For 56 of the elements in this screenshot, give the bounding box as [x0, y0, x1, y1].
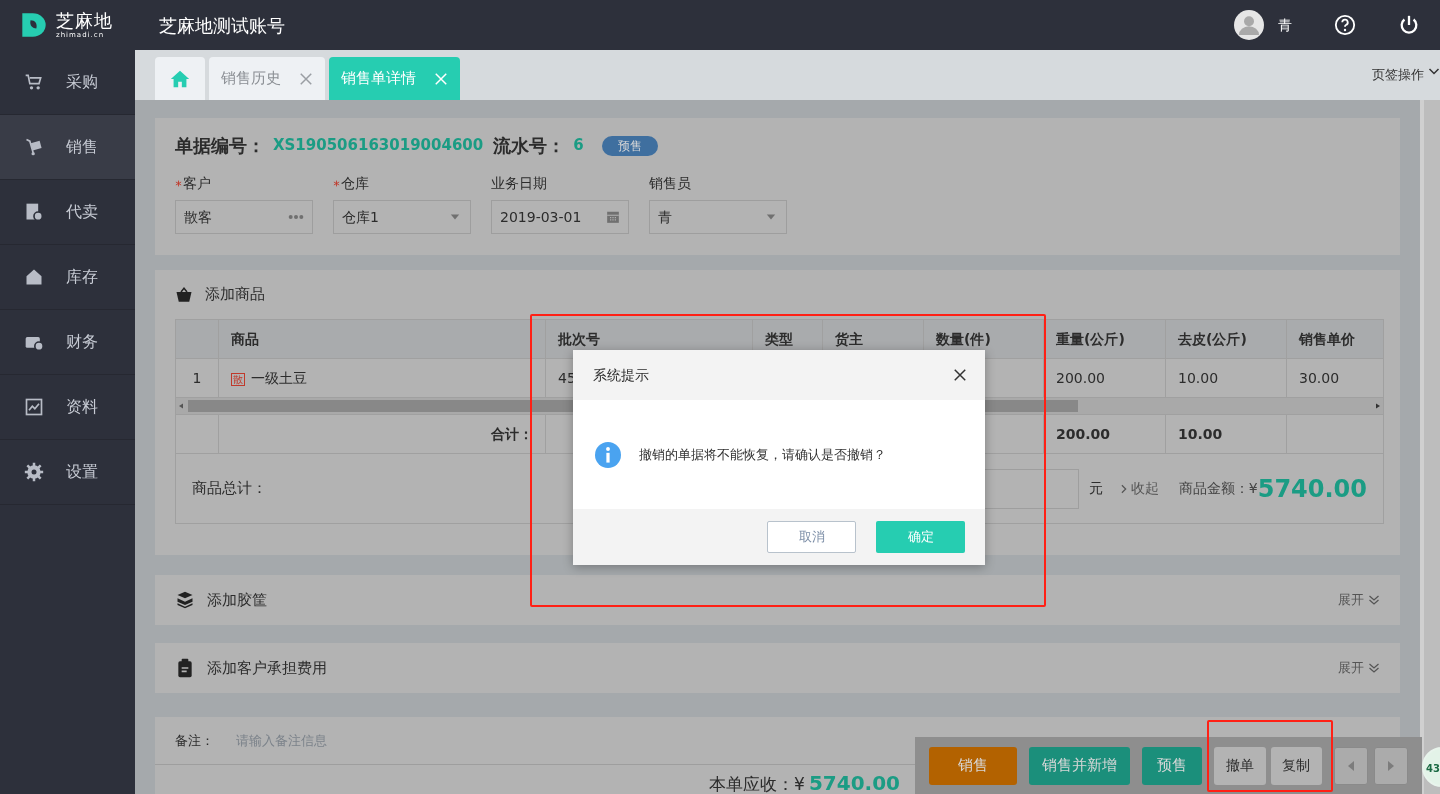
sidebar-item[interactable]: 资料	[0, 375, 135, 440]
picker-field[interactable]: 散客	[175, 200, 313, 234]
expand-toggle[interactable]: 展开	[1338, 590, 1380, 610]
section-panel[interactable]: 添加胶筐 展开	[155, 575, 1400, 625]
total-label: 合计：	[218, 414, 546, 454]
field-label: 业务日期	[491, 174, 547, 193]
action-button[interactable]: 撤单	[1213, 746, 1266, 785]
action-button[interactable]: 复制	[1270, 746, 1323, 785]
tag-label: 散	[231, 372, 245, 386]
sidebar-item[interactable]: 设置	[0, 440, 135, 505]
sidebar-item[interactable]: 销售	[0, 115, 135, 180]
remark-label: 备注：	[175, 731, 214, 750]
expand-toggle[interactable]: 展开	[1338, 658, 1380, 678]
receivable-value: 5740.00	[808, 770, 900, 794]
select-field[interactable]: 青	[649, 200, 787, 234]
field-label: 客户	[183, 174, 211, 193]
product-name[interactable]: 一级土豆	[251, 369, 307, 386]
table-cell: 200.00	[1043, 414, 1166, 454]
field-label: 销售员	[649, 174, 691, 193]
order-number: XS190506163019004600	[273, 135, 484, 157]
date-field[interactable]: 2019-03-01	[491, 200, 629, 234]
unit-label: 元	[1088, 479, 1103, 498]
section-title: 添加胶筐	[207, 589, 267, 611]
section-title[interactable]: 添加商品	[205, 283, 265, 306]
receivable-label: 本单应收：¥	[709, 773, 805, 794]
column-header: 重量(公斤)	[1043, 319, 1166, 359]
table-cell: 200.00	[1043, 358, 1166, 398]
order-number-label: 单据编号：	[175, 134, 265, 158]
sidebar-item[interactable]: 代卖	[0, 180, 135, 245]
dialog-message: 撤销的单据将不能恢复，请确认是否撤销？	[639, 445, 886, 464]
column-header: 商品	[218, 319, 546, 359]
column-header: 去皮(公斤)	[1165, 319, 1287, 359]
table-cell: 10.00	[1165, 358, 1287, 398]
account-title: 芝麻地测试账号	[159, 13, 285, 38]
sidebar-item[interactable]: 财务	[0, 310, 135, 375]
select-field[interactable]: 仓库1	[333, 200, 471, 234]
section-title: 添加客户承担费用	[207, 657, 327, 679]
field-label: 仓库	[341, 174, 369, 193]
serial-number: 6	[573, 135, 584, 157]
collapse-link[interactable]: 收起	[1118, 478, 1159, 499]
amount-value: 5740.00	[1257, 473, 1367, 505]
sidebar-item[interactable]: 库存	[0, 245, 135, 310]
table-cell: 30.00	[1286, 358, 1384, 398]
serial-number-label: 流水号：	[493, 134, 566, 158]
status-badge: 预售	[601, 135, 658, 156]
dialog-title: 系统提示	[593, 365, 649, 385]
summary-label: 商品总计：	[192, 478, 267, 500]
logo-text: 芝麻地	[56, 11, 113, 31]
section-panel[interactable]: 添加客户承担费用 展开	[155, 643, 1400, 693]
row-number: 1	[175, 358, 219, 398]
amount-label: 商品金额：¥	[1178, 479, 1258, 498]
column-header: 销售单价	[1286, 319, 1384, 359]
table-cell: 10.00	[1165, 414, 1287, 454]
user-name[interactable]: 青	[1278, 14, 1292, 36]
dialog-button[interactable]: 取消	[767, 521, 856, 553]
tab-menu[interactable]: 页签操作	[1372, 65, 1424, 85]
